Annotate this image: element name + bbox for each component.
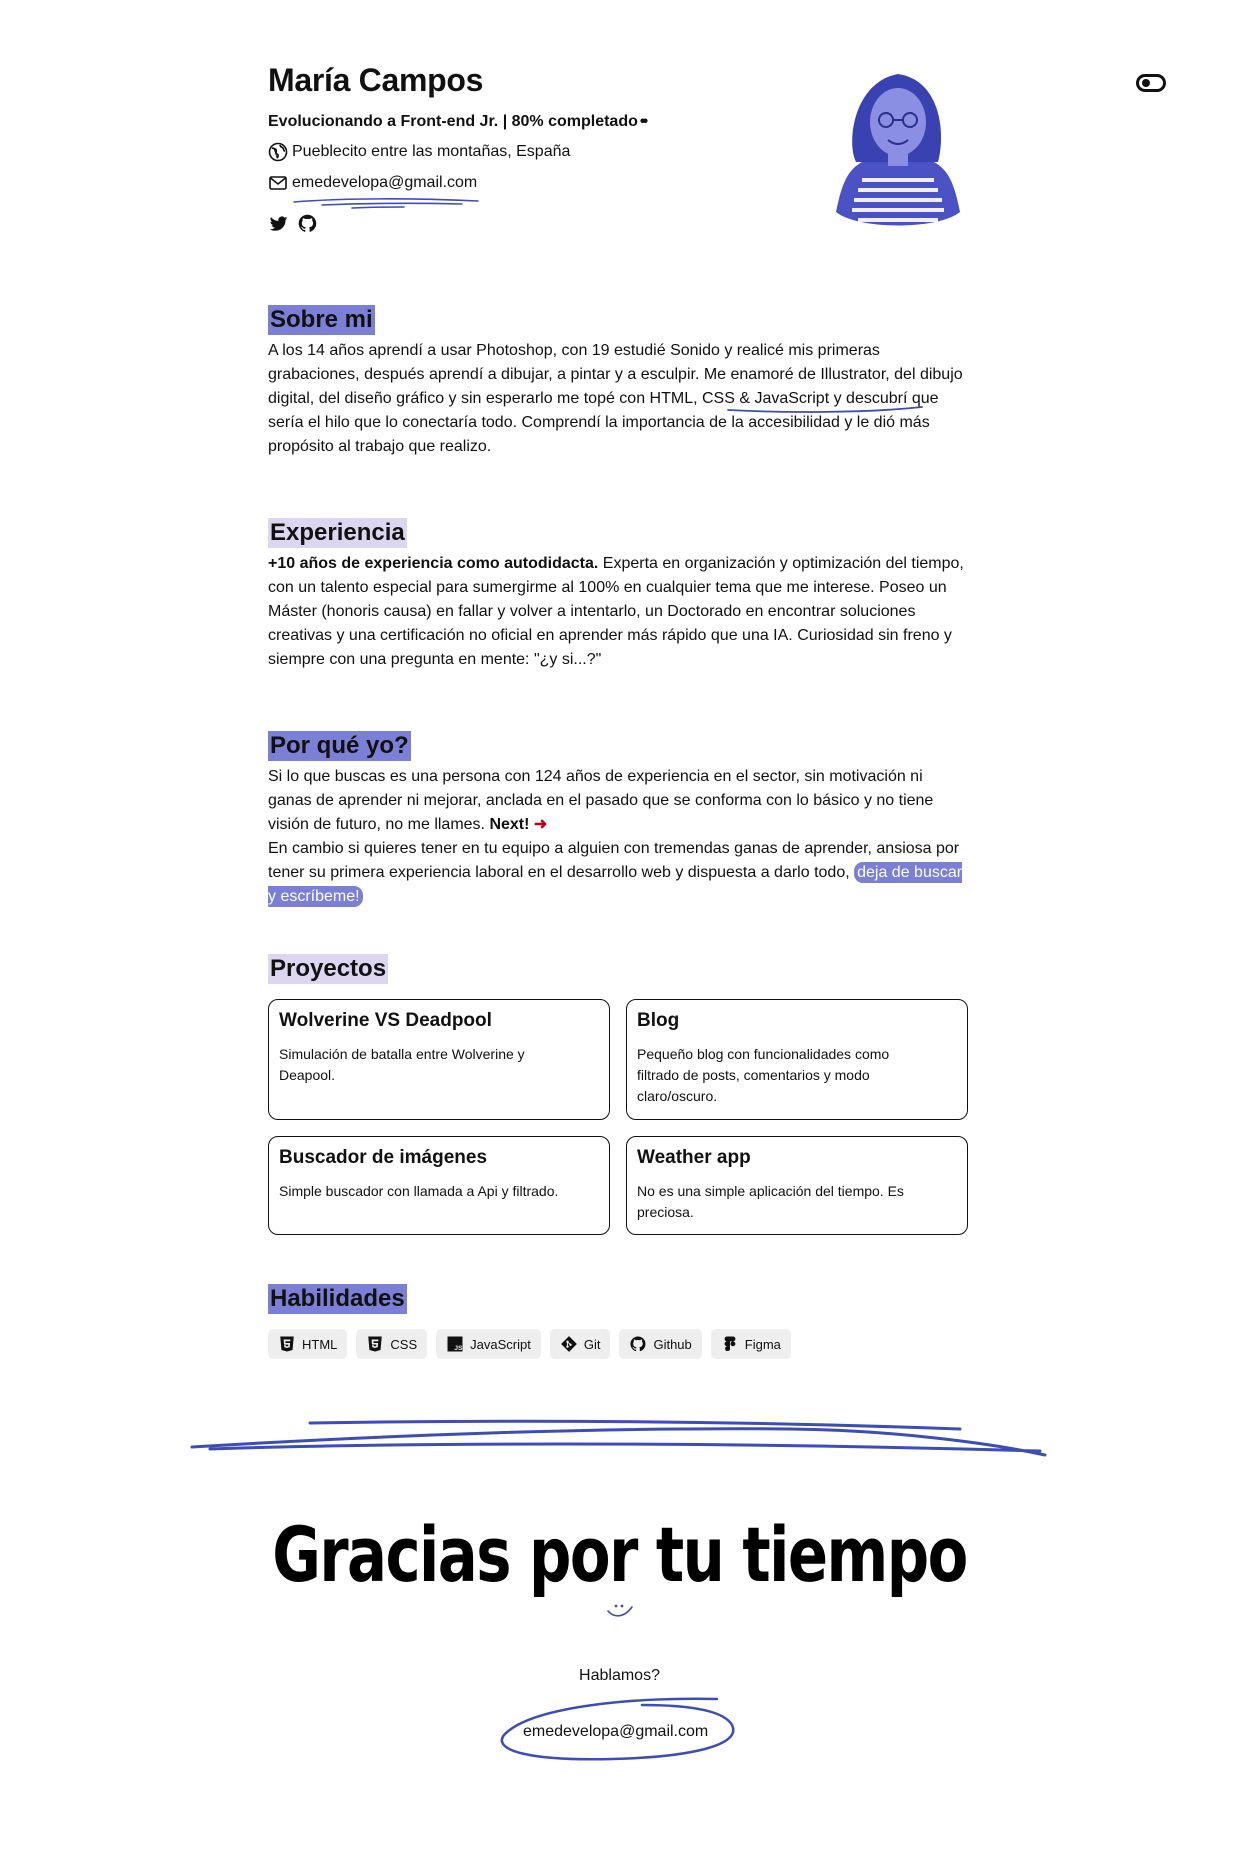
toggle-knob <box>1142 79 1150 87</box>
skill-chip-figma: Figma <box>710 1329 791 1359</box>
skill-chip-html: HTML <box>268 1329 348 1359</box>
skill-label: Git <box>583 1336 601 1352</box>
thanks-heading: Gracias por tu tiempo <box>272 1510 968 1599</box>
mail-icon <box>268 173 288 193</box>
experience-text: +10 años de experiencia como autodidacta… <box>268 552 968 672</box>
link-scribble <box>727 406 923 413</box>
smile-icon <box>607 1604 633 1617</box>
section-title-experience: Experiencia <box>268 518 407 548</box>
project-title: Buscador de imágenes <box>279 1147 488 1168</box>
git-icon <box>560 1335 578 1353</box>
project-desc: Pequeño blog con funcionalidades como fi… <box>637 1046 890 1104</box>
footer-email-link[interactable]: emedevelopa@gmail.com <box>523 1723 708 1741</box>
tagline: Evolucionando a Front-end Jr. | 80% comp… <box>268 113 648 131</box>
section-title-why: Por qué yo? <box>268 731 411 761</box>
section-title-projects: Proyectos <box>268 954 389 984</box>
social-links <box>268 213 318 234</box>
skill-label: HTML <box>302 1336 338 1352</box>
email-scribble <box>293 198 479 209</box>
skills-list: HTML CSS JS JavaScript Git Github Figma <box>268 1329 791 1359</box>
globe-icon <box>268 142 288 162</box>
svg-text:JS: JS <box>454 1345 463 1352</box>
skill-label: JavaScript <box>470 1336 531 1352</box>
skill-label: Figma <box>744 1336 781 1352</box>
theme-toggle-icon[interactable] <box>1136 74 1166 92</box>
html5-icon <box>278 1335 296 1353</box>
figma-icon <box>721 1335 739 1353</box>
experience-highlight: +10 años de experiencia como autodidacta… <box>268 555 599 572</box>
about-text: A los 14 años aprendí a usar Photoshop, … <box>268 339 968 459</box>
section-title-about: Sobre mi <box>268 305 375 335</box>
typing-dots: •• <box>639 113 648 130</box>
github-icon <box>629 1335 647 1353</box>
project-title: Wolverine VS Deadpool <box>279 1010 492 1031</box>
javascript-icon: JS <box>446 1335 464 1353</box>
github-icon[interactable] <box>297 213 318 234</box>
project-desc: Simulación de batalla entre Wolverine y … <box>279 1046 525 1083</box>
tagline-text: Evolucionando a Front-end Jr. | 80% comp… <box>268 113 638 130</box>
arrow-right-icon: ➜ <box>533 816 548 833</box>
why-text-part-1: Si lo que buscas es una persona con 124 … <box>268 768 934 833</box>
project-desc: Simple buscador con llamada a Api y filt… <box>279 1183 559 1199</box>
skill-label: Github <box>653 1336 692 1352</box>
avatar <box>828 62 968 230</box>
skill-chip-javascript: JS JavaScript <box>436 1329 541 1359</box>
twitter-icon[interactable] <box>268 213 289 234</box>
email-link[interactable]: emedevelopa@gmail.com <box>292 174 477 192</box>
project-card-blog[interactable]: Blog Pequeño blog con funcionalidades co… <box>626 999 968 1120</box>
skill-chip-github: Github <box>619 1329 702 1359</box>
location-text: Pueblecito entre las montañas, España <box>292 143 571 160</box>
project-card-weather[interactable]: Weather app No es una simple aplicación … <box>626 1136 968 1235</box>
css3-icon <box>366 1335 384 1353</box>
skill-label: CSS <box>390 1336 418 1352</box>
project-title: Weather app <box>637 1147 751 1168</box>
projects-grid: Wolverine VS Deadpool Simulación de bata… <box>268 999 968 1235</box>
divider-scribble <box>190 1419 1047 1457</box>
talk-prompt: Hablamos? <box>579 1667 660 1684</box>
page-title: María Campos <box>268 62 484 98</box>
project-card-wolverine[interactable]: Wolverine VS Deadpool Simulación de bata… <box>268 999 610 1120</box>
email-row: emedevelopa@gmail.com <box>268 173 477 193</box>
project-title: Blog <box>637 1010 680 1031</box>
section-title-skills: Habilidades <box>268 1284 407 1314</box>
why-text: Si lo que buscas es una persona con 124 … <box>268 765 968 909</box>
project-card-image-search[interactable]: Buscador de imágenes Simple buscador con… <box>268 1136 610 1235</box>
location-row: Pueblecito entre las montañas, España <box>268 142 570 162</box>
project-desc: No es una simple aplicación del tiempo. … <box>637 1183 904 1220</box>
skill-chip-git: Git <box>549 1329 611 1359</box>
next-label: Next! <box>489 816 530 833</box>
skill-chip-css: CSS <box>356 1329 428 1359</box>
